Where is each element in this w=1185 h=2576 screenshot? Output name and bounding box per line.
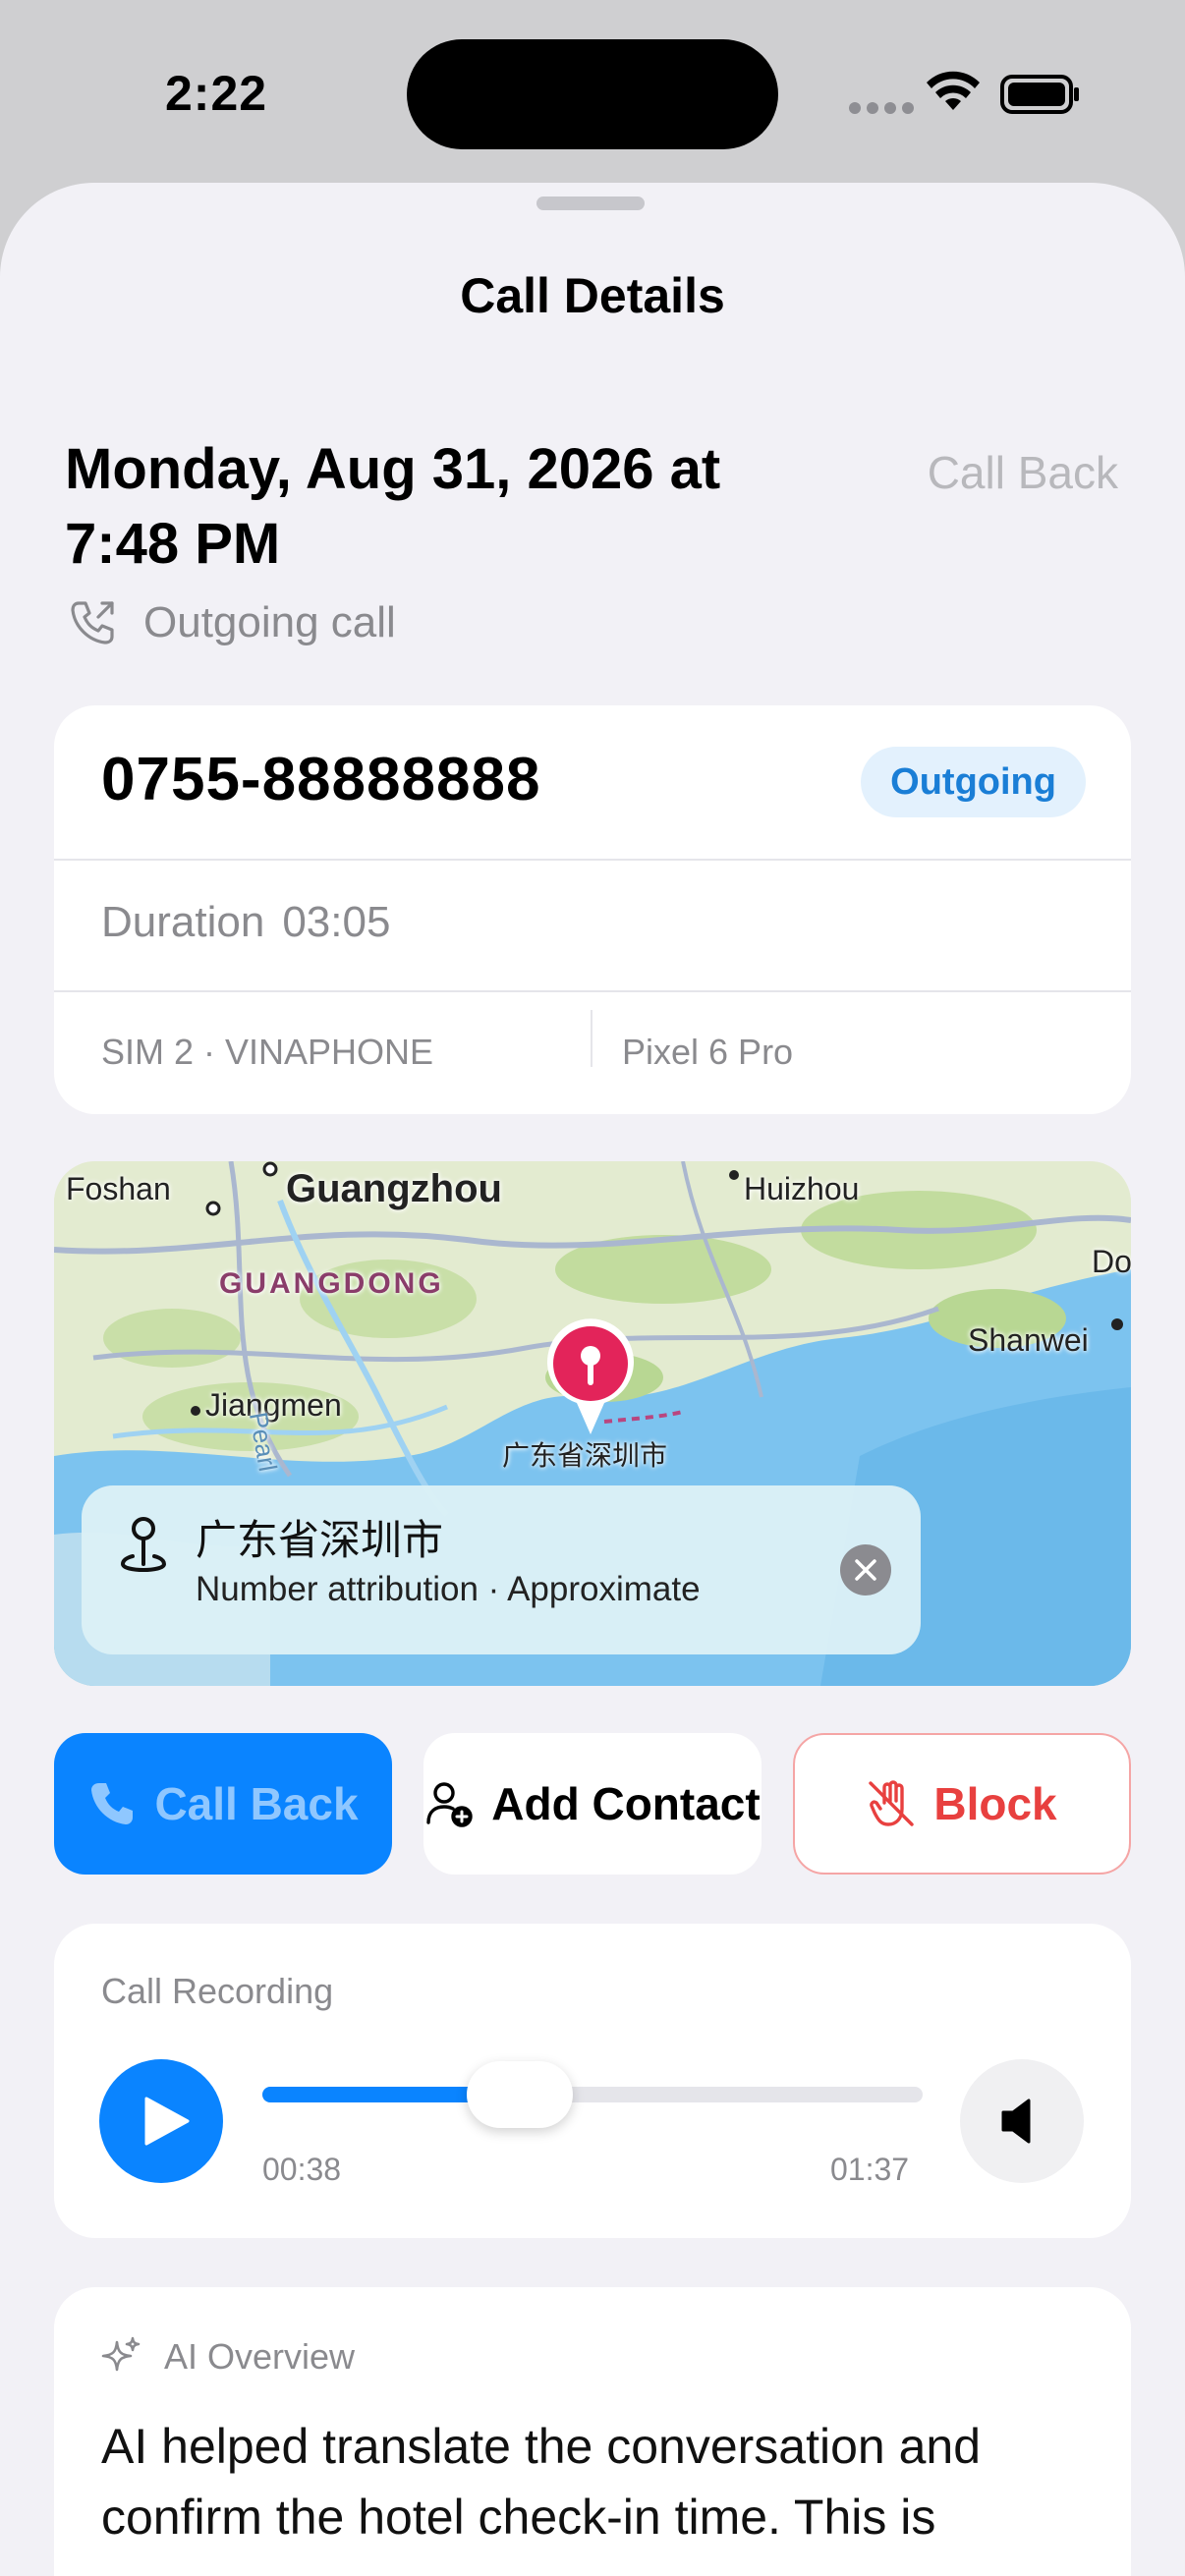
add-contact-button[interactable]: Add Contact: [423, 1733, 762, 1875]
status-time: 2:22: [165, 66, 268, 121]
call-date-line1: Monday, Aug 31, 2026 at: [65, 437, 721, 501]
status-bar: 2:22: [0, 0, 1185, 187]
location-chip: 广东省深圳市 Number attribution · Approximate: [82, 1485, 921, 1654]
battery-icon: [1000, 75, 1079, 114]
divider: [54, 859, 1131, 861]
speaker-icon: [1001, 2099, 1031, 2144]
call-direction-badge: Outgoing: [861, 747, 1086, 817]
sparkle-icon: [101, 2336, 141, 2372]
location-name: 广东省深圳市: [196, 1517, 444, 1563]
call-date-title: Monday, Aug 31, 2026 at 7:48 PM: [65, 432, 812, 582]
map-label-shenzhen: 广东省深圳市: [502, 1440, 668, 1471]
recording-title: Call Recording: [101, 1971, 334, 2011]
play-button[interactable]: [99, 2059, 223, 2183]
close-location-button[interactable]: [840, 1544, 891, 1596]
sim-info: SIM 2 · VINAPHONE: [101, 1032, 434, 1072]
map-label-guangzhou: Guangzhou: [286, 1167, 502, 1210]
phone-icon: [91, 1783, 134, 1824]
map-label-guangdong: GUANGDONG: [219, 1267, 444, 1300]
dynamic-island: [407, 39, 778, 149]
outgoing-call-icon: [71, 601, 114, 644]
play-icon: [144, 2097, 190, 2146]
call-type-label: Outgoing call: [143, 598, 396, 646]
map-label-huizhou: Huizhou: [744, 1171, 860, 1206]
location-subtitle: Number attribution · Approximate: [196, 1570, 701, 1608]
duration-value: 03:05: [282, 898, 391, 946]
block-label: Block: [933, 1778, 1057, 1829]
location-marker-icon: [121, 1517, 167, 1572]
duration-row: Duration 03:05: [101, 898, 390, 947]
divider: [54, 990, 1131, 992]
recording-total: 01:37: [830, 2152, 910, 2187]
recording-slider-thumb[interactable]: [467, 2061, 574, 2128]
device-info: Pixel 6 Pro: [622, 1032, 794, 1072]
recording-elapsed: 00:38: [262, 2152, 342, 2187]
recording-progress-slider[interactable]: [262, 2061, 923, 2128]
add-contact-label: Add Contact: [491, 1778, 761, 1829]
map-label-shanwei: Shanwei: [968, 1322, 1089, 1358]
duration-label: Duration: [101, 898, 265, 946]
hand-block-icon: [869, 1780, 915, 1826]
speaker-button[interactable]: [960, 2059, 1084, 2183]
map-label-do: Do: [1092, 1244, 1131, 1279]
sheet-grabber[interactable]: [536, 196, 645, 210]
add-person-icon: [426, 1782, 473, 1827]
call-back-label: Call Back: [154, 1778, 359, 1829]
close-icon: [855, 1559, 876, 1581]
call-recording-card: Call Recording 00:38 01:37: [54, 1924, 1131, 2238]
action-buttons: Call Back Add Contact Block: [54, 1733, 1131, 1875]
ai-overview-title: AI Overview: [164, 2336, 356, 2377]
sheet-title: Call Details: [460, 268, 725, 323]
location-map[interactable]: Foshan Guangzhou Huizhou GUANGDONG Do Sh…: [54, 1161, 1131, 1686]
wifi-icon: [927, 71, 980, 110]
phone-number: 0755-88888888: [101, 746, 541, 813]
call-type-row: Outgoing call: [65, 595, 396, 650]
divider: [591, 1010, 592, 1067]
map-label-foshan: Foshan: [66, 1171, 171, 1206]
call-back-button[interactable]: Call Back: [54, 1733, 392, 1875]
call-date-line2: 7:48 PM: [65, 512, 281, 576]
ai-overview-card: AI Overview AI helped translate the conv…: [54, 2287, 1131, 2576]
call-details-sheet: Call Details Monday, Aug 31, 2026 at 7:4…: [0, 183, 1185, 2576]
map-pin-icon: [547, 1318, 634, 1434]
block-button[interactable]: Block: [793, 1733, 1131, 1875]
call-info-card: 0755-88888888 Outgoing Duration 03:05 SIM…: [54, 705, 1131, 1114]
header-call-back-button[interactable]: Call Back: [928, 446, 1118, 499]
ai-overview-text: AI helped translate the conversation and…: [101, 2419, 982, 2545]
signal-icon: [849, 102, 914, 114]
